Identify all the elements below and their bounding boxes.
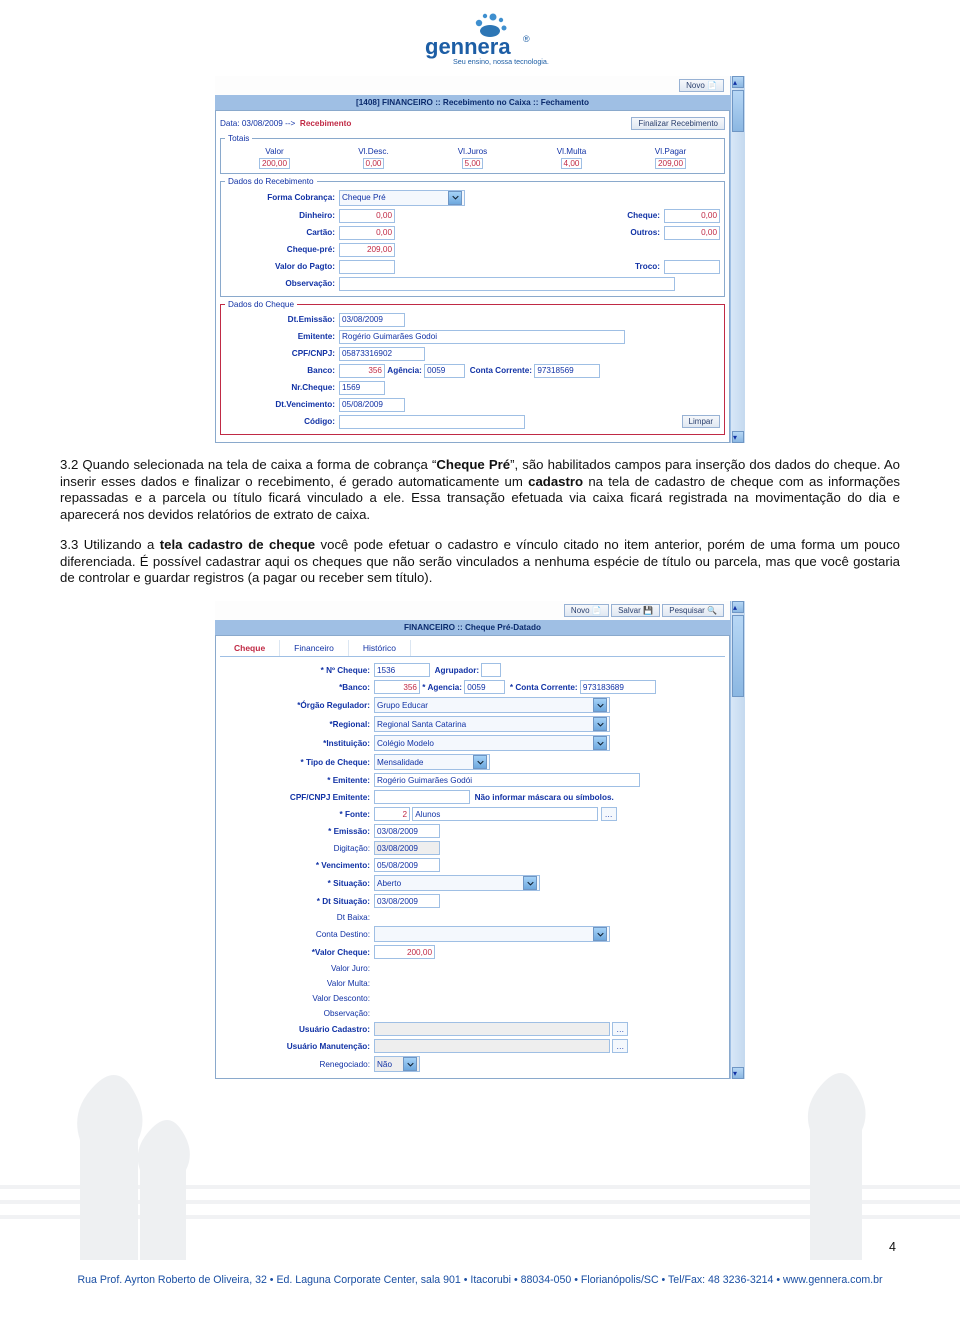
situacao-select[interactable]: Aberto — [374, 875, 540, 891]
total-desc: 0,00 — [363, 158, 385, 169]
scrollbar[interactable]: ▴ ▾ — [730, 601, 745, 1079]
chevron-down-icon — [593, 717, 607, 731]
valorjuro-input — [374, 962, 433, 974]
lookup-button[interactable]: … — [601, 807, 617, 821]
totais-group: Totais Valor Vl.Desc. Vl.Juros Vl.Multa … — [220, 134, 725, 174]
valordesc-input — [374, 992, 433, 1004]
banco-input[interactable] — [339, 364, 385, 378]
logo: gennera ® Seu ensino, nossa tecnologia. — [60, 10, 900, 68]
total-juros: 5,00 — [462, 158, 484, 169]
dados-recebimento-group: Dados do Recebimento Forma Cobrança: Che… — [220, 177, 725, 297]
banco-input[interactable] — [374, 680, 420, 694]
fonte-id-input[interactable] — [374, 807, 410, 821]
scroll-down-icon[interactable]: ▾ — [732, 431, 744, 443]
cc-input[interactable] — [534, 364, 600, 378]
agrupador-input[interactable] — [481, 663, 501, 677]
scrollbar[interactable]: ▴ ▾ — [730, 76, 745, 443]
chevron-down-icon — [593, 927, 607, 941]
renegociado-select: Não — [374, 1056, 420, 1072]
svg-text:®: ® — [523, 34, 530, 44]
svg-text:Seu ensino, nossa tecnologia.: Seu ensino, nossa tecnologia. — [453, 57, 549, 66]
scroll-down-icon[interactable]: ▾ — [732, 1067, 744, 1079]
footer-address: Rua Prof. Ayrton Roberto de Oliveira, 32… — [0, 1274, 960, 1286]
total-pagar: 209,00 — [655, 158, 686, 169]
pesquisar-button[interactable]: Pesquisar 🔍 — [662, 604, 724, 617]
fonte-txt-input[interactable] — [412, 807, 598, 821]
screen-title: [1408] FINANCEIRO :: Recebimento no Caix… — [215, 95, 730, 110]
agencia-input[interactable] — [464, 680, 505, 694]
chequepre-input[interactable] — [339, 243, 395, 257]
obs-input[interactable] — [374, 1007, 638, 1019]
dtvenc-input[interactable] — [339, 398, 405, 412]
valorpagto-input[interactable] — [339, 260, 395, 274]
chevron-down-icon — [448, 191, 462, 205]
forma-cobranca-select[interactable]: Cheque Pré — [339, 190, 465, 206]
emitente-input[interactable] — [374, 773, 640, 787]
tabs: Cheque Financeiro Histórico — [220, 640, 725, 657]
novo-button[interactable]: Novo 📄 — [679, 79, 724, 92]
dtbaixa-input — [374, 911, 438, 923]
usucad-input — [374, 1022, 610, 1036]
emitente-input[interactable] — [339, 330, 625, 344]
dados-cheque-group: Dados do Cheque Dt.Emissão: Emitente: CP… — [220, 300, 725, 435]
paragraph-3-3: 3.3 Utilizando a tela cadastro de cheque… — [60, 537, 900, 587]
finalizar-recebimento-button[interactable]: Finalizar Recebimento — [631, 117, 725, 130]
valorcheque-input[interactable] — [374, 945, 435, 959]
codigo-input[interactable] — [339, 415, 525, 429]
dtsituacao-input[interactable] — [374, 894, 440, 908]
scroll-thumb[interactable] — [732, 615, 744, 697]
novo-button[interactable]: Novo 📄 — [564, 604, 609, 617]
cpf-emitente-input[interactable] — [374, 790, 470, 804]
cpf-input[interactable] — [339, 347, 425, 361]
total-multa: 4,00 — [561, 158, 583, 169]
cheque-input[interactable] — [664, 209, 720, 223]
salvar-button[interactable]: Salvar 💾 — [611, 604, 660, 617]
valormulta-input — [374, 977, 433, 989]
chevron-down-icon — [593, 698, 607, 712]
tipo-cheque-select[interactable]: Mensalidade — [374, 754, 490, 770]
scroll-thumb[interactable] — [732, 90, 744, 132]
outros-input[interactable] — [664, 226, 720, 240]
total-valor: 200,00 — [259, 158, 290, 169]
recebimento-link[interactable]: Recebimento — [300, 119, 351, 128]
chevron-down-icon — [403, 1057, 417, 1071]
contadestino-select[interactable] — [374, 926, 610, 942]
svg-text:gennera: gennera — [425, 34, 511, 59]
ncheque-input[interactable] — [374, 663, 430, 677]
lookup-button[interactable]: … — [612, 1039, 628, 1053]
agencia-input[interactable] — [424, 364, 465, 378]
instituicao-select[interactable]: Colégio Modelo — [374, 735, 610, 751]
cartao-input[interactable] — [339, 226, 395, 240]
chevron-down-icon — [473, 755, 487, 769]
chevron-down-icon — [593, 736, 607, 750]
page-number: 4 — [889, 1240, 896, 1254]
lookup-button[interactable]: … — [612, 1022, 628, 1036]
screen-title: FINANCEIRO :: Cheque Pré-Datado — [215, 620, 730, 635]
troco-input[interactable] — [664, 260, 720, 274]
data-label: Data: 03/08/2009 --> — [220, 119, 295, 128]
limpar-button[interactable]: Limpar — [682, 415, 720, 428]
tab-cheque[interactable]: Cheque — [220, 640, 280, 656]
paragraph-3-2: 3.2 Quando selecionada na tela de caixa … — [60, 457, 900, 523]
tab-historico[interactable]: Histórico — [349, 640, 411, 656]
scroll-up-icon[interactable]: ▴ — [732, 601, 744, 613]
nrcheque-input[interactable] — [339, 381, 385, 395]
vencimento-input[interactable] — [374, 858, 440, 872]
orgao-select[interactable]: Grupo Educar — [374, 697, 610, 713]
tab-financeiro[interactable]: Financeiro — [280, 640, 349, 656]
screenshot-cheque-predatado: Novo 📄 Salvar 💾 Pesquisar 🔍 FINANCEIRO :… — [215, 601, 745, 1079]
dt-emissao-input[interactable] — [339, 313, 405, 327]
cc-input[interactable] — [580, 680, 656, 694]
regional-select[interactable]: Regional Santa Catarina — [374, 716, 610, 732]
emissao-input[interactable] — [374, 824, 440, 838]
screenshot-recebimento: Novo 📄 [1408] FINANCEIRO :: Recebimento … — [215, 76, 745, 443]
chevron-down-icon — [523, 876, 537, 890]
digitacao-input — [374, 841, 440, 855]
observacao-input[interactable] — [339, 277, 675, 291]
scroll-up-icon[interactable]: ▴ — [732, 76, 744, 88]
dinheiro-input[interactable] — [339, 209, 395, 223]
usuman-input — [374, 1039, 610, 1053]
